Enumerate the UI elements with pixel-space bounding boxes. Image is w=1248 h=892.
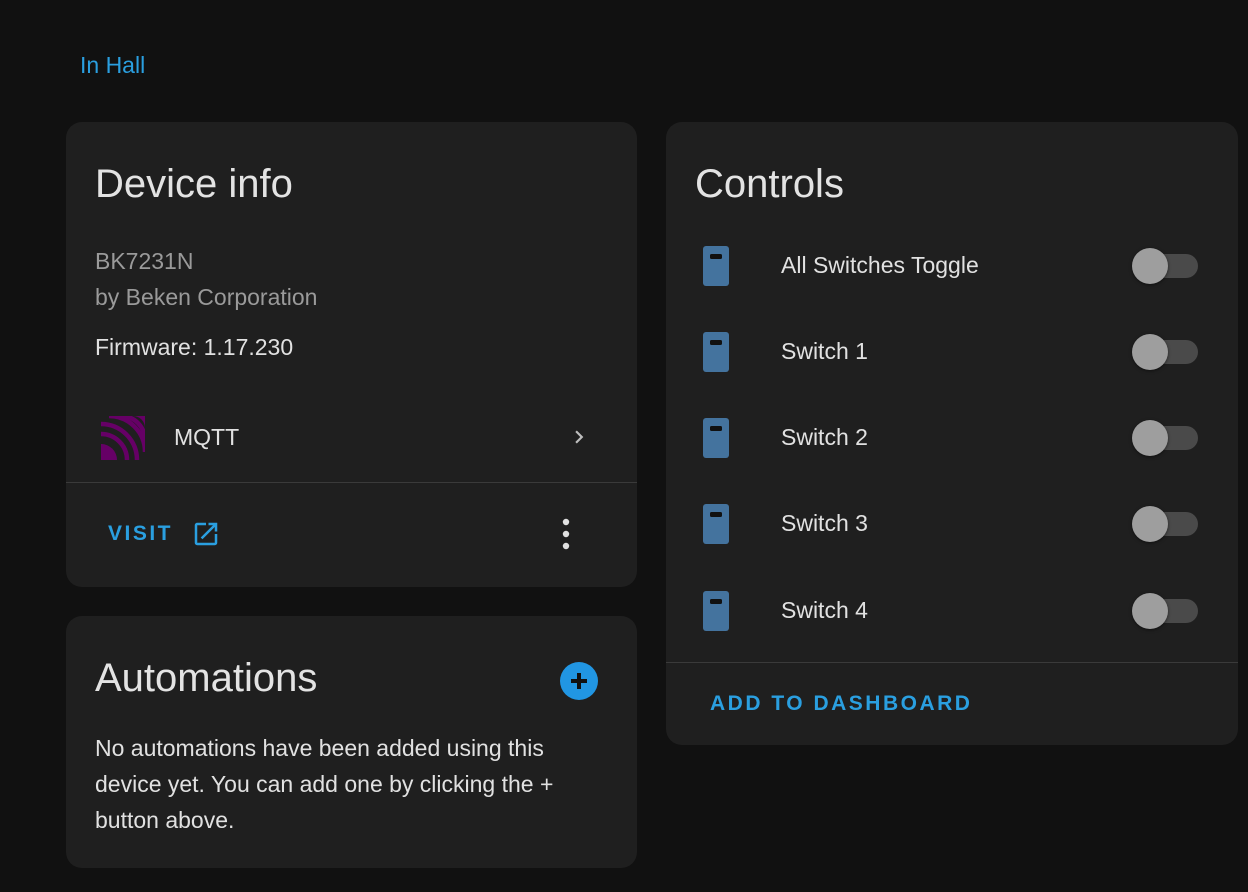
overflow-menu-button[interactable]	[546, 514, 586, 554]
control-row: Switch 4	[666, 567, 1238, 653]
add-automation-button[interactable]	[560, 662, 598, 700]
toggle-switch[interactable]	[1132, 593, 1200, 629]
device-info-title: Device info	[95, 162, 293, 206]
area-link[interactable]: In Hall	[80, 52, 145, 79]
add-to-dashboard-button[interactable]: ADD TO DASHBOARD	[698, 682, 984, 726]
device-firmware: Firmware: 1.17.230	[95, 334, 294, 360]
control-row: Switch 2	[666, 394, 1238, 480]
device-manufacturer: by Beken Corporation	[95, 284, 318, 310]
open-in-new-icon	[194, 522, 218, 546]
toggle-switch[interactable]	[1132, 248, 1200, 284]
chevron-right-icon	[575, 430, 584, 444]
dots-vertical-icon	[562, 518, 570, 550]
card-divider	[666, 662, 1238, 663]
mqtt-logo	[101, 416, 145, 460]
control-label: Switch 1	[781, 338, 868, 364]
control-label: Switch 3	[781, 510, 868, 536]
control-label: All Switches Toggle	[781, 252, 979, 278]
controls-card: Controls All Switches Toggle Switch 1 Sw…	[666, 122, 1238, 745]
plus-circle-icon	[571, 673, 587, 689]
control-row: All Switches Toggle	[666, 222, 1238, 308]
control-row: Switch 1	[666, 308, 1238, 394]
toggle-switch[interactable]	[1132, 334, 1200, 370]
light-switch-icon	[703, 418, 729, 458]
integration-row-mqtt[interactable]: MQTT	[66, 402, 637, 482]
visit-button[interactable]: VISIT	[96, 510, 233, 558]
control-label: Switch 2	[781, 424, 868, 450]
toggle-switch[interactable]	[1132, 506, 1200, 542]
light-switch-icon	[703, 332, 729, 372]
automations-title: Automations	[95, 656, 318, 700]
visit-label: VISIT	[108, 522, 174, 545]
control-label: Switch 4	[781, 597, 868, 623]
controls-title: Controls	[695, 162, 844, 206]
automations-empty-text: No automations have been added using thi…	[95, 735, 554, 833]
device-info-card: Device info BK7231N by Beken Corporation…	[66, 122, 637, 587]
card-divider	[66, 482, 637, 483]
control-row: Switch 3	[666, 480, 1238, 566]
light-switch-icon	[703, 246, 729, 286]
integration-name: MQTT	[174, 424, 240, 450]
device-model: BK7231N	[95, 248, 194, 274]
light-switch-icon	[703, 504, 729, 544]
light-switch-icon	[703, 591, 729, 631]
toggle-switch[interactable]	[1132, 420, 1200, 456]
automations-card: Automations No automations have been add…	[66, 616, 637, 868]
